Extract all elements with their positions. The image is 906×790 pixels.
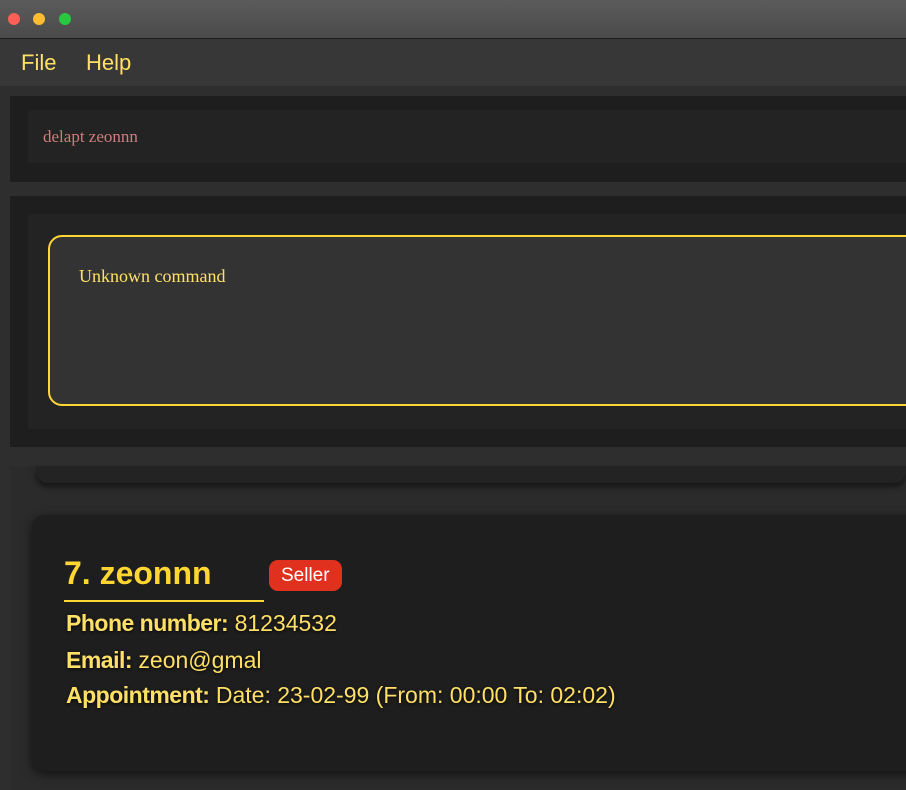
person-name-underline <box>64 600 264 602</box>
email-value: zeon@gmal <box>138 647 262 673</box>
command-input-value: delapt zeonnn <box>43 127 138 146</box>
phone-label: Phone number: <box>66 610 229 636</box>
person-name: 7. zeonnn <box>64 555 212 591</box>
email-row: Email: zeon@gmal <box>66 647 262 674</box>
menu-help[interactable]: Help <box>86 50 131 76</box>
phone-value: 81234532 <box>234 610 337 636</box>
minimize-window-icon[interactable] <box>33 13 45 25</box>
zoom-window-icon[interactable] <box>59 13 71 25</box>
menu-file[interactable]: File <box>21 50 56 76</box>
seller-tag-badge: Seller <box>269 560 342 591</box>
command-input[interactable] <box>28 110 906 163</box>
window-title-bar <box>0 0 906 39</box>
menu-bar: File Help <box>0 39 906 86</box>
result-display-box[interactable] <box>48 235 906 406</box>
appointment-value: Date: 23-02-99 (From: 00:00 To: 02:02) <box>215 682 616 708</box>
close-window-icon[interactable] <box>8 13 20 25</box>
appointment-label: Appointment: <box>66 682 210 708</box>
result-message: Unknown command <box>79 266 226 286</box>
phone-row: Phone number: 81234532 <box>66 610 337 637</box>
person-card-previous[interactable] <box>36 466 906 483</box>
person-card[interactable] <box>32 515 906 771</box>
appointment-row: Appointment: Date: 23-02-99 (From: 00:00… <box>66 682 616 709</box>
email-label: Email: <box>66 647 133 673</box>
